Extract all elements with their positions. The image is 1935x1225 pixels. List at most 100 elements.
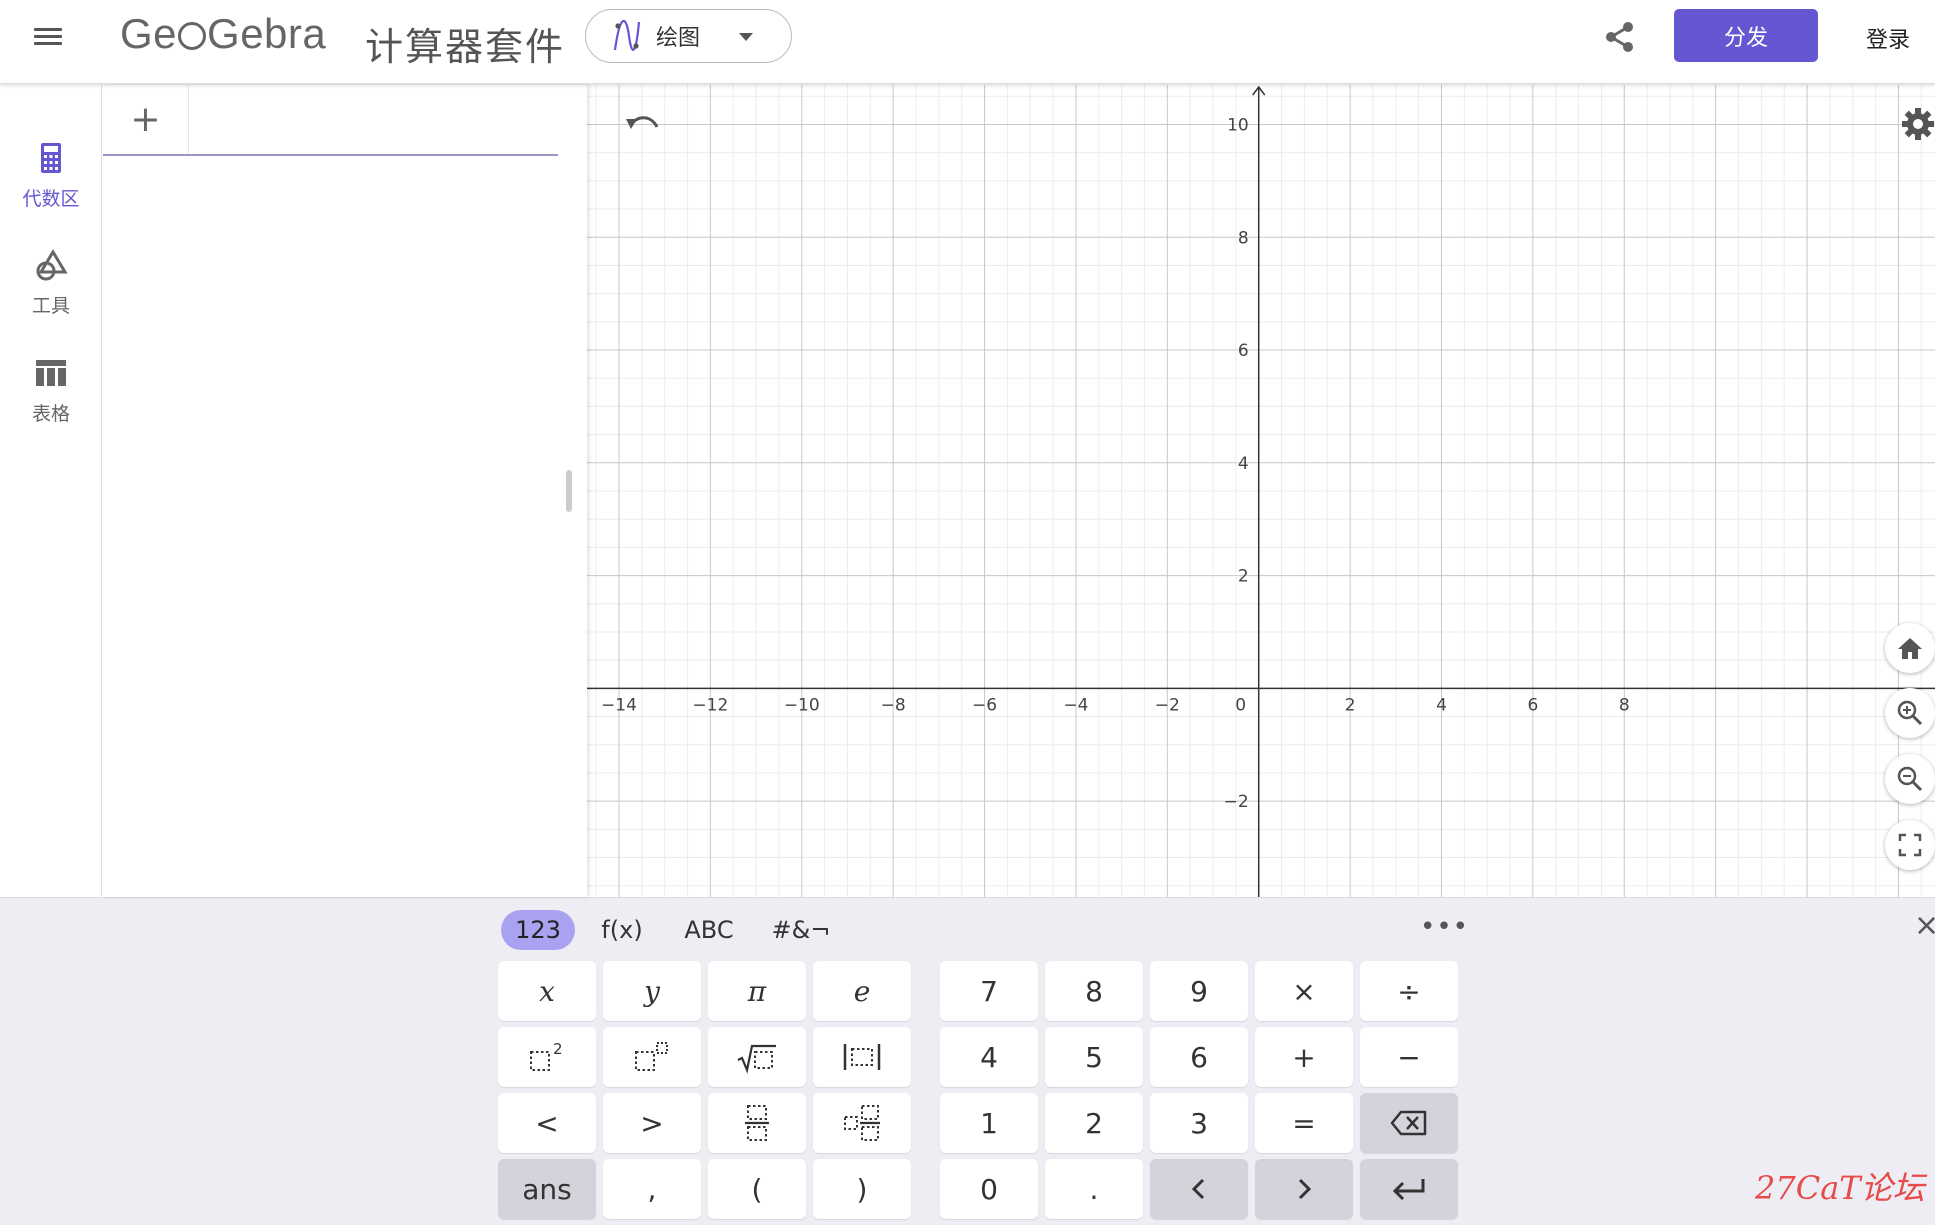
key-0[interactable]: 0 <box>940 1159 1038 1219</box>
key-ans[interactable]: ans <box>498 1159 596 1219</box>
key-multiply[interactable]: × <box>1255 961 1353 1021</box>
x-tick-label: −8 <box>881 695 906 715</box>
key-1[interactable]: 1 <box>940 1093 1038 1153</box>
calculator-icon <box>41 143 61 173</box>
key-open-paren[interactable]: ( <box>708 1159 806 1219</box>
key-sqrt[interactable] <box>708 1027 806 1087</box>
more-options-icon[interactable]: ••• <box>1420 912 1468 942</box>
key-8[interactable]: 8 <box>1045 961 1143 1021</box>
app-picker-dropdown[interactable]: 绘图 <box>585 9 792 63</box>
sidebar-item-table[interactable]: 表格 <box>0 355 102 445</box>
key-mixed-fraction[interactable] <box>813 1093 911 1153</box>
virtual-keyboard: 123 f(x) ABC #&¬ ••• × x y π e 2 < > ans… <box>0 897 1935 1225</box>
y-tick-label: 6 <box>1238 341 1249 361</box>
key-5[interactable]: 5 <box>1045 1027 1143 1087</box>
close-keyboard-icon[interactable]: × <box>1914 908 1935 944</box>
graphing-icon <box>613 20 641 51</box>
share-icon[interactable] <box>1602 19 1638 55</box>
key-9[interactable]: 9 <box>1150 961 1248 1021</box>
squared-template-icon: 2 <box>530 1040 563 1071</box>
enter-icon <box>1392 1179 1425 1201</box>
power-template-icon <box>635 1042 668 1071</box>
x-tick-label: −6 <box>972 695 997 715</box>
coordinate-grid: −14 −12 −10 −8 −6 −4 −2 0 2 4 6 8 10 8 6 4 2 −2 <box>587 85 1935 897</box>
sidebar-item-label: 代数区 <box>22 188 80 210</box>
kb-tab-letters[interactable]: ABC <box>672 910 746 950</box>
x-tick-label: −2 <box>1155 695 1180 715</box>
key-power[interactable] <box>603 1027 701 1087</box>
logo-text-left: Ge <box>120 10 178 57</box>
key-x[interactable]: x <box>498 961 596 1021</box>
x-tick-label: 6 <box>1527 695 1538 715</box>
sidebar-item-algebra[interactable]: 代数区 <box>0 140 102 230</box>
zoom-in-button[interactable] <box>1885 688 1935 738</box>
share-button[interactable]: 分发 <box>1674 9 1818 62</box>
menu-icon[interactable] <box>32 24 64 56</box>
algebra-input[interactable] <box>190 85 558 154</box>
side-nav: 代数区 工具 表格 <box>0 85 102 897</box>
key-equals[interactable]: = <box>1255 1093 1353 1153</box>
sidebar-item-tools[interactable]: 工具 <box>0 247 102 337</box>
key-close-paren[interactable]: ) <box>813 1159 911 1219</box>
fraction-template-icon <box>745 1105 769 1141</box>
kb-tab-symbols[interactable]: #&¬ <box>772 910 831 950</box>
settings-gear-icon[interactable] <box>1901 107 1935 141</box>
sqrt-template-icon <box>737 1044 776 1074</box>
key-e[interactable]: e <box>813 961 911 1021</box>
sidebar-item-label: 表格 <box>31 403 70 425</box>
x-tick-label: 4 <box>1436 695 1447 715</box>
key-fraction[interactable] <box>708 1093 806 1153</box>
shapes-icon <box>36 249 68 281</box>
key-less-than[interactable]: < <box>498 1093 596 1153</box>
key-greater-than[interactable]: > <box>603 1093 701 1153</box>
key-7[interactable]: 7 <box>940 961 1038 1021</box>
zoom-out-button[interactable] <box>1885 754 1935 804</box>
app-picker-label: 绘图 <box>656 26 701 51</box>
key-cursor-left[interactable] <box>1150 1159 1248 1219</box>
key-3[interactable]: 3 <box>1150 1093 1248 1153</box>
x-tick-label: −14 <box>601 695 637 715</box>
fullscreen-button[interactable] <box>1885 820 1935 870</box>
key-enter[interactable] <box>1360 1159 1458 1219</box>
key-y[interactable]: y <box>603 961 701 1021</box>
chevron-left-icon <box>1191 1178 1205 1200</box>
key-6[interactable]: 6 <box>1150 1027 1248 1087</box>
key-decimal[interactable]: . <box>1045 1159 1143 1219</box>
algebra-input-row: + <box>103 85 558 156</box>
chevron-right-icon <box>1298 1178 1312 1200</box>
key-2[interactable]: 2 <box>1045 1093 1143 1153</box>
y-tick-label: −2 <box>1224 792 1249 812</box>
mixed-fraction-template-icon <box>844 1105 880 1141</box>
graphics-view[interactable]: −14 −12 −10 −8 −6 −4 −2 0 2 4 6 8 10 8 6 4 2 −2 <box>587 85 1935 897</box>
add-item-button[interactable]: + <box>103 85 189 154</box>
y-tick-label: 2 <box>1238 567 1249 587</box>
key-squared[interactable]: 2 <box>498 1027 596 1087</box>
algebra-panel: + <box>103 85 587 897</box>
key-backspace[interactable] <box>1360 1093 1458 1153</box>
x-tick-label: 2 <box>1345 695 1356 715</box>
x-tick-label: 8 <box>1619 695 1630 715</box>
home-icon <box>1898 638 1922 659</box>
key-comma[interactable]: , <box>603 1159 701 1219</box>
key-pi[interactable]: π <box>708 961 806 1021</box>
home-button[interactable] <box>1885 623 1935 673</box>
key-abs[interactable] <box>813 1027 911 1087</box>
zoom-out-icon <box>1897 766 1923 792</box>
x-tick-label: −10 <box>784 695 820 715</box>
panel-resize-handle[interactable] <box>566 470 572 512</box>
key-4[interactable]: 4 <box>940 1027 1038 1087</box>
backspace-icon <box>1390 1110 1427 1136</box>
login-button[interactable]: 登录 <box>1866 22 1910 54</box>
key-divide[interactable]: ÷ <box>1360 961 1458 1021</box>
kb-tab-numbers[interactable]: 123 <box>501 910 575 950</box>
chevron-down-icon <box>739 33 753 41</box>
superscript-two: 2 <box>553 1040 563 1058</box>
y-tick-label: 4 <box>1238 454 1249 474</box>
undo-icon[interactable] <box>623 111 663 141</box>
suite-title: 计算器套件 <box>365 25 566 69</box>
sidebar-item-label: 工具 <box>31 295 70 317</box>
key-minus[interactable]: − <box>1360 1027 1458 1087</box>
kb-tab-functions[interactable]: f(x) <box>592 910 652 950</box>
key-plus[interactable]: + <box>1255 1027 1353 1087</box>
key-cursor-right[interactable] <box>1255 1159 1353 1219</box>
